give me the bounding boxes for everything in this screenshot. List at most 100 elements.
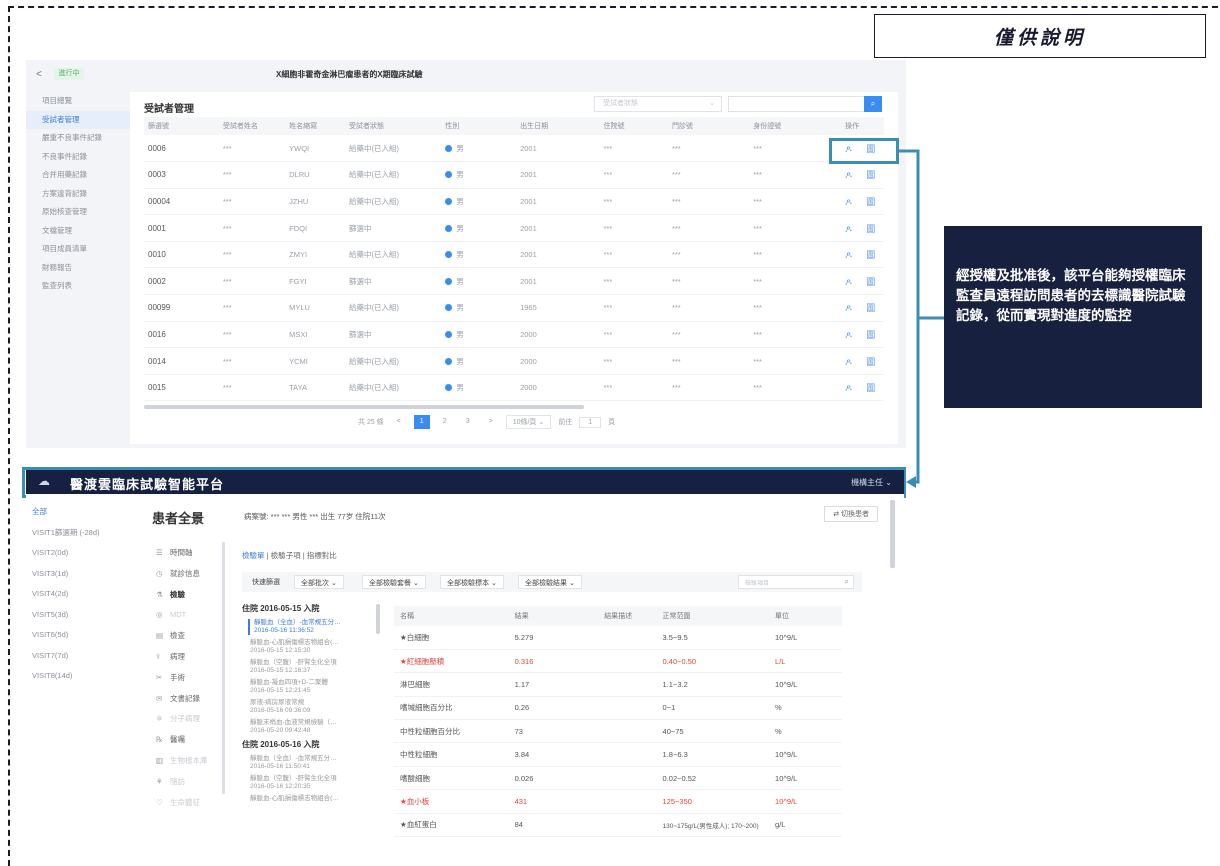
lab-row[interactable]: ★血小板 431 125~350 10^9/L (394, 789, 842, 814)
lab-record-item[interactable]: 靜脈末梢血-血液常規檢驗（… 2016-05-20 09:42:48 (250, 719, 376, 735)
visit-item[interactable]: 全部 (26, 502, 122, 523)
visit-item[interactable]: VISIT5(3d) (26, 605, 122, 626)
visit-item[interactable]: VISIT4(2d) (26, 584, 122, 605)
sidebar-item[interactable]: 文檔管理 (26, 222, 130, 241)
sidebar-item[interactable]: 項目成員清單 (26, 240, 130, 259)
visit-item[interactable]: VISIT8(14d) (26, 666, 122, 687)
view-record-icon[interactable]: ዶ 圖 (845, 170, 881, 180)
specimen-select[interactable]: 全部檢驗標本 ⌄ (440, 575, 504, 589)
lab-row[interactable]: 淋巴細胞 1.17 1.1~3.2 10^9/L (394, 672, 842, 697)
page-size-select[interactable]: 10條/頁 ⌄ (505, 415, 552, 429)
view-record-icon[interactable]: ዶ 圖 (845, 197, 881, 207)
goto-page-input[interactable]: 1 (579, 416, 602, 428)
result-select[interactable]: 全部檢驗結果 ⌄ (518, 575, 582, 589)
page-2-button[interactable]: 2 (437, 415, 453, 429)
nav-item[interactable]: ✂ 手術 (142, 668, 224, 689)
nav-item[interactable]: ✉ 文書記錄 (142, 689, 224, 710)
male-icon (445, 144, 453, 152)
record-list-scrollbar[interactable] (376, 604, 380, 634)
view-record-icon[interactable]: ዶ 圖 (845, 330, 881, 340)
nav-item[interactable]: ⚛ 分子病理 (142, 709, 224, 730)
horizontal-scrollbar[interactable] (144, 405, 584, 409)
sidebar-item[interactable]: 合并用藥記錄 (26, 166, 130, 185)
table-row[interactable]: 0001 *** FDQI 篩選中 男 2001 *** *** *** ዶ 圖 (144, 214, 884, 242)
nav-item[interactable]: ⚘ 隨訪 (142, 772, 224, 793)
nav-item[interactable]: ⚗ 檢驗 (142, 585, 224, 606)
sidebar-item[interactable]: 項目總覽 (26, 92, 130, 111)
page-scrollbar[interactable] (890, 500, 895, 568)
sidebar-item[interactable]: 受試者管理 (26, 110, 130, 129)
table-row[interactable]: 0006 *** YWQI 給藥中(已入組) 男 2001 *** *** *** ዶ 圖 (144, 135, 884, 163)
lab-record-item[interactable]: 靜脈血（空腹）-肝腎生化全項 2016-05-16 12:20:35 (250, 775, 376, 791)
table-row[interactable]: 00099 *** MYLU 給藥中(已入組) 男 1965 *** *** *** ዶ 圖 (144, 294, 884, 322)
tab-lab-report[interactable]: 檢驗單 (242, 551, 265, 560)
visit-item[interactable]: VISIT6(5d) (26, 625, 122, 646)
back-arrow-icon[interactable]: < (36, 69, 42, 80)
lab-record-item[interactable]: 尿液-病房尿液常規 2016-05-16 09:36:09 (250, 699, 376, 715)
lab-cell: L/L (769, 649, 842, 674)
sidebar-item[interactable]: 原始核查管理 (26, 203, 130, 222)
next-page-button[interactable]: > (483, 415, 499, 429)
lab-record-item[interactable]: 靜脈血-心肌損傷標志物組合(… (250, 795, 376, 803)
lab-record-item[interactable]: 靜脈血（全血）-血常規五分… 2016-05-16 11:50:41 (250, 755, 376, 771)
table-row[interactable]: 0016 *** MSXI 篩選中 男 2000 *** *** *** ዶ 圖 (144, 321, 884, 349)
visit-item[interactable]: VISIT2(0d) (26, 543, 122, 564)
table-row[interactable]: 0014 *** YCMI 給藥中(已入組) 男 2000 *** *** *** ዶ 圖 (144, 347, 884, 375)
view-record-icon[interactable]: ዶ 圖 (845, 357, 881, 367)
sidebar-item[interactable]: 嚴重不良事件記錄 (26, 129, 130, 148)
sidebar-item[interactable]: 監查列表 (26, 277, 130, 296)
user-menu[interactable]: 機構主任 ⌄ (851, 477, 892, 488)
nav-item[interactable]: ◎ MDT (142, 605, 224, 626)
table-row[interactable]: 0010 *** ZMYI 給藥中(已入組) 男 2001 *** *** *** ዶ 圖 (144, 241, 884, 269)
view-record-icon[interactable]: ዶ 圖 (845, 277, 881, 287)
lab-search-input[interactable]: 檢驗項目 ⌕ (738, 575, 854, 589)
tab-lab-items[interactable]: 檢驗子項 (271, 551, 301, 560)
page-3-button[interactable]: 3 (460, 415, 476, 429)
lab-record-item[interactable]: 靜脈血-凝血四項+D-二聚體 2016-05-15 12:21:45 (250, 679, 376, 695)
lab-row[interactable]: ★白細胞 5.279 3.5~9.5 10^9/L (394, 626, 842, 650)
nav-item[interactable]: ℞ 醫囑 (142, 730, 224, 751)
lab-row[interactable]: 中性粒細胞 3.84 1.8~6.3 10^9/L (394, 742, 842, 767)
table-row[interactable]: 0002 *** FGYI 篩選中 男 2001 *** *** *** ዶ 圖 (144, 267, 884, 296)
table-row[interactable]: 0015 *** TAYA 給藥中(已入組) 男 2000 *** *** *** ዶ 圖 (144, 374, 884, 402)
sidebar-item[interactable]: 財務報告 (26, 259, 130, 278)
record-time: 2016-05-16 11:50:41 (250, 763, 310, 770)
nav-item[interactable]: ♡ 生命體征 (142, 793, 224, 814)
nav-scrollbar[interactable] (222, 542, 225, 794)
lab-cell (598, 626, 657, 650)
tab-indicator-compare[interactable]: 指標對比 (307, 551, 337, 560)
prev-page-button[interactable]: < (391, 415, 407, 429)
search-input[interactable] (728, 96, 866, 112)
nav-item[interactable]: ◷ 就診信息 (142, 564, 224, 585)
visit-item[interactable]: VISIT1篩選期 (-28d) (26, 523, 122, 544)
subject-status-select[interactable]: 受試者狀態 ⌄ (594, 96, 722, 112)
lab-record-item[interactable]: 靜脈血（空腹）-肝腎生化全項 2016-05-15 12:16:37 (250, 659, 376, 675)
search-icon[interactable]: ⌕ (864, 96, 882, 112)
lab-record-item[interactable]: 靜脈血-心肌損傷標志物組合(… 2016-05-15 12:15:30 (250, 639, 376, 655)
view-record-icon[interactable]: ዶ 圖 (845, 224, 881, 234)
sidebar-item[interactable]: 方案違背記錄 (26, 185, 130, 204)
package-select[interactable]: 全部檢驗套餐 ⌄ (362, 575, 426, 589)
lab-row[interactable]: ★紅細胞壓積 0.316 0.40~0.50 L/L (394, 649, 842, 674)
lab-row[interactable]: ★血紅蛋白 84 130~175g/L(男性成人); 170~200) g/L (394, 813, 842, 838)
lab-row[interactable]: 嗜酸細胞 0.026 0.02~0.52 10^9/L (394, 766, 842, 791)
visit-item[interactable]: VISIT7(7d) (26, 646, 122, 667)
lab-row[interactable]: 中性粒細胞百分比 73 40~75% (394, 719, 842, 744)
nav-item[interactable]: ☰ 時間軸 (142, 543, 224, 564)
nav-item[interactable]: ▤ 檢查 (142, 626, 224, 647)
sidebar-item[interactable]: 不良事件記錄 (26, 148, 130, 167)
view-record-icon[interactable]: ዶ 圖 (845, 250, 881, 260)
visit-item[interactable]: VISIT3(1d) (26, 564, 122, 585)
page-1-button[interactable]: 1 (413, 415, 430, 429)
view-record-icon[interactable]: ዶ 圖 (845, 383, 881, 393)
lab-row[interactable]: 嗜堿細胞百分比 0.26 0~1% (394, 696, 842, 721)
table-row[interactable]: 00004 *** JZHU 給藥中(已入組) 男 2001 *** *** *** ዶ 圖 (144, 188, 884, 216)
search-icon[interactable]: ⌕ (845, 577, 849, 587)
view-record-icon[interactable]: ዶ 圖 (845, 303, 881, 313)
switch-patient-button[interactable]: ⇄ 切換患者 (824, 506, 878, 522)
nav-item[interactable]: ⚕ 病理 (142, 647, 224, 668)
batch-select[interactable]: 全部批次 ⌄ (294, 575, 344, 589)
nav-item[interactable]: ▥ 生物樣本庫 (142, 751, 224, 772)
table-row[interactable]: 0003 *** DLRU 給藥中(已入組) 男 2001 *** *** *** ዶ 圖 (144, 161, 884, 189)
lab-record-item[interactable]: 靜脈血（全血）-血常規五分… 2016-05-16 11:36:52 (248, 619, 376, 635)
